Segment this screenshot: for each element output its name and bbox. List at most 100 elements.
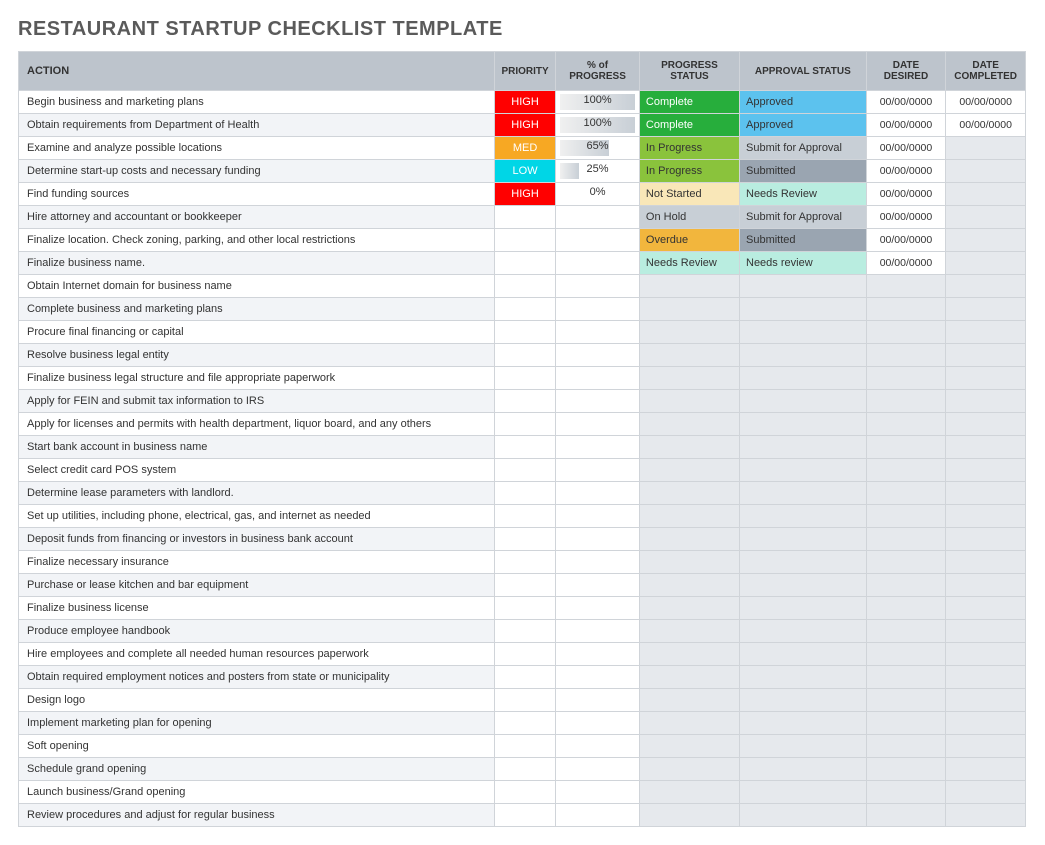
priority-cell[interactable]: [494, 436, 555, 459]
approval-status-cell[interactable]: Submit for Approval: [740, 206, 867, 229]
progress-status-cell[interactable]: [639, 505, 739, 528]
date-completed-cell[interactable]: [946, 551, 1026, 574]
progress-status-cell[interactable]: [639, 620, 739, 643]
progress-cell[interactable]: [556, 413, 640, 436]
action-cell[interactable]: Finalize necessary insurance: [19, 551, 495, 574]
date-desired-cell[interactable]: [866, 436, 946, 459]
approval-status-cell[interactable]: [740, 390, 867, 413]
date-completed-cell[interactable]: [946, 666, 1026, 689]
action-cell[interactable]: Finalize business name.: [19, 252, 495, 275]
date-completed-cell[interactable]: [946, 505, 1026, 528]
progress-status-cell[interactable]: [639, 459, 739, 482]
priority-cell[interactable]: [494, 597, 555, 620]
date-completed-cell[interactable]: [946, 574, 1026, 597]
date-desired-cell[interactable]: 00/00/0000: [866, 229, 946, 252]
priority-cell[interactable]: [494, 735, 555, 758]
priority-cell[interactable]: HIGH: [494, 114, 555, 137]
date-completed-cell[interactable]: [946, 206, 1026, 229]
date-completed-cell[interactable]: [946, 436, 1026, 459]
priority-cell[interactable]: [494, 413, 555, 436]
progress-cell[interactable]: [556, 505, 640, 528]
priority-cell[interactable]: [494, 804, 555, 827]
progress-status-cell[interactable]: On Hold: [639, 206, 739, 229]
progress-status-cell[interactable]: [639, 804, 739, 827]
progress-cell[interactable]: [556, 390, 640, 413]
date-completed-cell[interactable]: [946, 275, 1026, 298]
action-cell[interactable]: Begin business and marketing plans: [19, 91, 495, 114]
approval-status-cell[interactable]: [740, 298, 867, 321]
date-desired-cell[interactable]: [866, 367, 946, 390]
approval-status-cell[interactable]: [740, 367, 867, 390]
date-completed-cell[interactable]: [946, 758, 1026, 781]
progress-status-cell[interactable]: [639, 298, 739, 321]
action-cell[interactable]: Soft opening: [19, 735, 495, 758]
date-desired-cell[interactable]: 00/00/0000: [866, 183, 946, 206]
action-cell[interactable]: Schedule grand opening: [19, 758, 495, 781]
progress-status-cell[interactable]: [639, 735, 739, 758]
approval-status-cell[interactable]: [740, 482, 867, 505]
progress-cell[interactable]: [556, 551, 640, 574]
date-desired-cell[interactable]: [866, 344, 946, 367]
date-completed-cell[interactable]: [946, 137, 1026, 160]
date-desired-cell[interactable]: 00/00/0000: [866, 160, 946, 183]
approval-status-cell[interactable]: [740, 666, 867, 689]
approval-status-cell[interactable]: [740, 321, 867, 344]
progress-status-cell[interactable]: Not Started: [639, 183, 739, 206]
date-desired-cell[interactable]: 00/00/0000: [866, 114, 946, 137]
progress-status-cell[interactable]: [639, 390, 739, 413]
date-completed-cell[interactable]: 00/00/0000: [946, 114, 1026, 137]
progress-cell[interactable]: [556, 459, 640, 482]
progress-cell[interactable]: [556, 781, 640, 804]
progress-status-cell[interactable]: In Progress: [639, 137, 739, 160]
progress-cell[interactable]: [556, 206, 640, 229]
date-desired-cell[interactable]: [866, 804, 946, 827]
priority-cell[interactable]: [494, 574, 555, 597]
action-cell[interactable]: Finalize business license: [19, 597, 495, 620]
progress-cell[interactable]: [556, 229, 640, 252]
progress-cell[interactable]: [556, 275, 640, 298]
approval-status-cell[interactable]: Needs Review: [740, 183, 867, 206]
priority-cell[interactable]: [494, 321, 555, 344]
progress-cell[interactable]: [556, 367, 640, 390]
priority-cell[interactable]: [494, 781, 555, 804]
action-cell[interactable]: Complete business and marketing plans: [19, 298, 495, 321]
priority-cell[interactable]: [494, 620, 555, 643]
progress-cell[interactable]: [556, 482, 640, 505]
progress-cell[interactable]: [556, 298, 640, 321]
progress-cell[interactable]: 0%: [556, 183, 640, 206]
progress-status-cell[interactable]: [639, 413, 739, 436]
date-completed-cell[interactable]: [946, 597, 1026, 620]
progress-cell[interactable]: [556, 252, 640, 275]
progress-cell[interactable]: 100%: [556, 91, 640, 114]
action-cell[interactable]: Apply for licenses and permits with heal…: [19, 413, 495, 436]
date-desired-cell[interactable]: [866, 781, 946, 804]
priority-cell[interactable]: [494, 298, 555, 321]
date-completed-cell[interactable]: [946, 367, 1026, 390]
date-completed-cell[interactable]: [946, 183, 1026, 206]
action-cell[interactable]: Hire employees and complete all needed h…: [19, 643, 495, 666]
progress-status-cell[interactable]: [639, 551, 739, 574]
approval-status-cell[interactable]: [740, 505, 867, 528]
progress-cell[interactable]: 100%: [556, 114, 640, 137]
action-cell[interactable]: Obtain Internet domain for business name: [19, 275, 495, 298]
date-desired-cell[interactable]: 00/00/0000: [866, 91, 946, 114]
progress-cell[interactable]: [556, 712, 640, 735]
priority-cell[interactable]: [494, 367, 555, 390]
approval-status-cell[interactable]: [740, 574, 867, 597]
date-desired-cell[interactable]: [866, 275, 946, 298]
date-desired-cell[interactable]: [866, 712, 946, 735]
date-desired-cell[interactable]: [866, 597, 946, 620]
date-completed-cell[interactable]: [946, 781, 1026, 804]
approval-status-cell[interactable]: [740, 758, 867, 781]
action-cell[interactable]: Set up utilities, including phone, elect…: [19, 505, 495, 528]
approval-status-cell[interactable]: [740, 735, 867, 758]
priority-cell[interactable]: [494, 643, 555, 666]
date-desired-cell[interactable]: [866, 666, 946, 689]
date-desired-cell[interactable]: [866, 689, 946, 712]
progress-status-cell[interactable]: [639, 528, 739, 551]
date-completed-cell[interactable]: [946, 298, 1026, 321]
approval-status-cell[interactable]: [740, 436, 867, 459]
action-cell[interactable]: Finalize location. Check zoning, parking…: [19, 229, 495, 252]
progress-status-cell[interactable]: [639, 597, 739, 620]
progress-cell[interactable]: [556, 597, 640, 620]
